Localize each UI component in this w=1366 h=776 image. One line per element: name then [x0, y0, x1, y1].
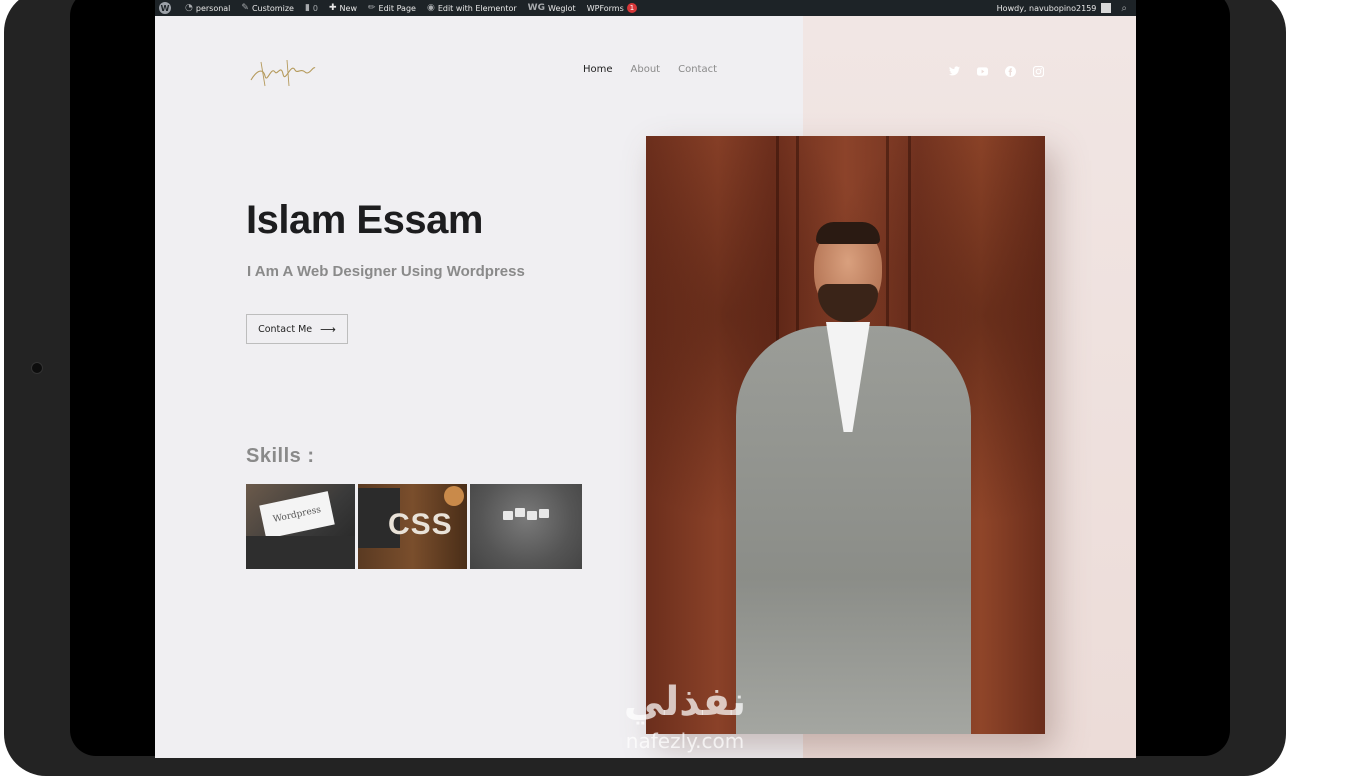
plus-icon: ✚ [329, 3, 337, 13]
wp-admin-bar: W ◔ personal ✎ Customize ▮ 0 ✚ New ✏ Edi… [155, 0, 1136, 16]
social-links [947, 64, 1059, 78]
skills-heading: Skills : [246, 445, 315, 467]
nav-home[interactable]: Home [583, 64, 613, 75]
skill-tile-label: CSS [388, 508, 453, 541]
skill-tile-js[interactable] [470, 484, 582, 569]
weglot-icon: WG [527, 3, 545, 13]
edit-page-link[interactable]: ✏ Edit Page [368, 3, 416, 13]
person-beard [818, 284, 878, 322]
main-nav: Home About Contact [583, 64, 735, 75]
wordpress-icon: W [159, 2, 171, 14]
portrait-photo [646, 136, 1045, 734]
coffee-cup-image [444, 486, 464, 506]
edit-elementor-link[interactable]: ◉ Edit with Elementor [427, 3, 517, 13]
customize-link[interactable]: ✎ Customize [241, 3, 294, 13]
wp-logo-menu[interactable]: W [159, 2, 174, 14]
typewriter-image [246, 536, 355, 569]
howdy-user-menu[interactable]: Howdy, navubopino2159 [997, 4, 1097, 13]
hero-name: Islam Essam [246, 198, 483, 242]
skill-tile-wordpress[interactable]: Wordpress [246, 484, 355, 569]
site-name-menu[interactable]: ◔ personal [185, 3, 230, 13]
camera-dot [31, 362, 43, 374]
admin-bar-secondary: Howdy, navubopino2159 ⌕ [997, 0, 1130, 16]
contact-me-label: Contact Me [258, 323, 313, 335]
signature-logo[interactable] [247, 56, 317, 88]
nafezly-watermark: نفذلي nafezly.com [600, 676, 770, 768]
facebook-icon[interactable] [1003, 64, 1017, 78]
youtube-icon[interactable] [975, 64, 989, 78]
contact-me-button[interactable]: Contact Me ⟶ [246, 314, 348, 344]
dashboard-icon: ◔ [185, 3, 193, 13]
search-icon[interactable]: ⌕ [1121, 3, 1127, 14]
site-name: personal [195, 3, 231, 13]
twitter-icon[interactable] [947, 64, 961, 78]
nav-about[interactable]: About [631, 64, 661, 75]
skill-tile-label: Wordpress [259, 491, 335, 539]
person-hair [816, 222, 880, 244]
instagram-icon[interactable] [1031, 64, 1045, 78]
comment-icon: ▮ [304, 3, 310, 13]
brush-icon: ✎ [241, 3, 249, 13]
arrow-right-icon: ⟶ [320, 322, 336, 336]
browser-screen: W ◔ personal ✎ Customize ▮ 0 ✚ New ✏ Edi… [155, 0, 1136, 758]
nav-contact[interactable]: Contact [678, 64, 717, 75]
comments-link[interactable]: ▮ 0 [305, 3, 318, 13]
wpforms-menu[interactable]: WPForms 1 [587, 3, 638, 13]
watermark-url: nafezly.com [625, 729, 745, 753]
notification-badge: 1 [626, 3, 638, 13]
hero-tagline: I Am A Web Designer Using Wordpress [247, 263, 525, 280]
key-blocks-image [503, 508, 551, 520]
elementor-icon: ◉ [426, 3, 435, 13]
new-content-menu[interactable]: ✚ New [329, 3, 357, 13]
pencil-icon: ✏ [368, 3, 376, 13]
weglot-menu[interactable]: WG Weglot [528, 3, 576, 13]
avatar[interactable] [1101, 3, 1112, 13]
watermark-arabic: نفذلي [623, 679, 747, 725]
skill-tile-css[interactable]: CSS [358, 484, 467, 569]
